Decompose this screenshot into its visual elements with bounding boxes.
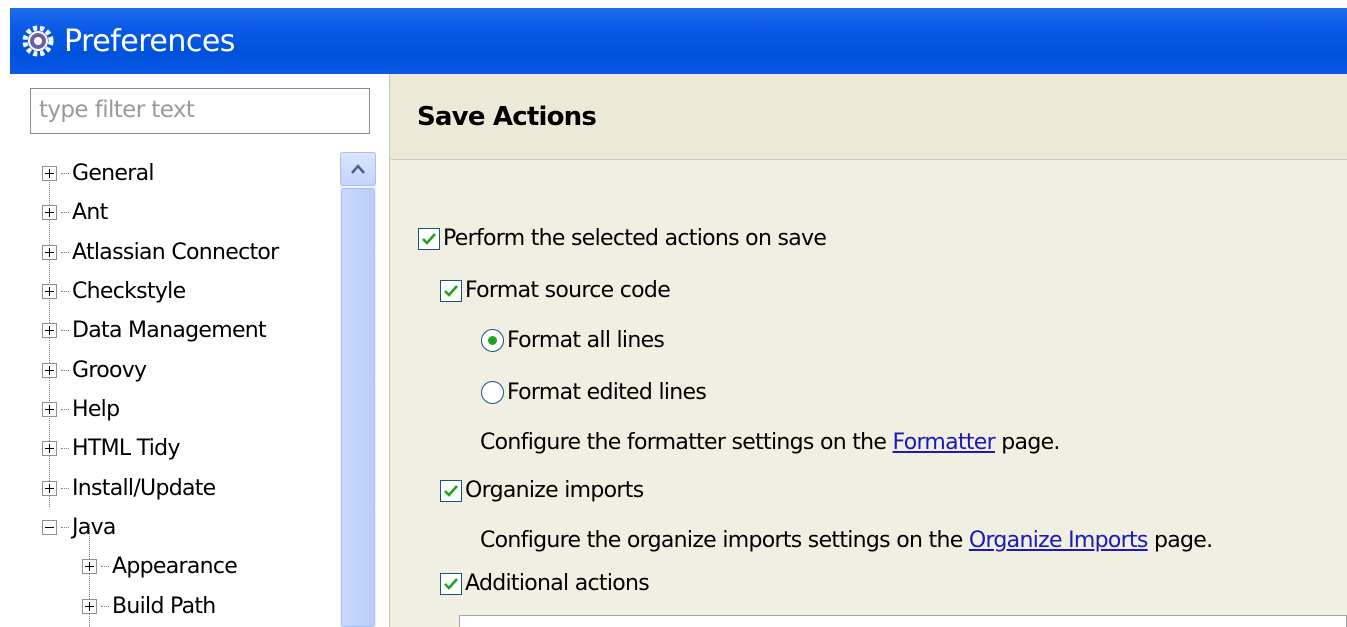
- tree-item-label: Appearance: [112, 553, 238, 579]
- tree-item-label: HTML Tidy: [72, 435, 180, 461]
- expand-icon[interactable]: [42, 165, 57, 181]
- title-bar[interactable]: Preferences: [10, 8, 1347, 74]
- save-actions-page: Save Actions Perform the selected action…: [391, 74, 1347, 627]
- window-title: Preferences: [64, 23, 235, 59]
- preferences-tree: General Ant Atlassian Connector Checksty…: [42, 152, 342, 627]
- collapse-icon[interactable]: [42, 519, 57, 535]
- tree-item-html-tidy[interactable]: HTML Tidy: [42, 431, 180, 465]
- eclipse-gear-icon: [22, 25, 54, 57]
- expand-icon[interactable]: [42, 362, 57, 378]
- page-title: Save Actions: [417, 102, 597, 132]
- expand-icon[interactable]: [42, 244, 57, 260]
- additional-actions-option[interactable]: Additional actions: [440, 571, 650, 596]
- tree-item-label: Build Path: [112, 593, 216, 619]
- tree-item-label: Data Management: [72, 317, 267, 343]
- organize-imports-hint: Configure the organize imports settings …: [480, 528, 1213, 553]
- expand-icon[interactable]: [82, 598, 97, 614]
- checkmark-icon: [444, 577, 458, 590]
- expand-icon[interactable]: [42, 440, 57, 456]
- checkmark-icon: [444, 284, 458, 297]
- tree-item-general[interactable]: General: [42, 156, 155, 190]
- tree-item-help[interactable]: Help: [42, 392, 120, 426]
- tree-item-data-management[interactable]: Data Management: [42, 313, 267, 347]
- checkmark-icon: [444, 484, 458, 497]
- format-source-option[interactable]: Format source code: [440, 278, 671, 303]
- formatter-hint: Configure the formatter settings on the …: [480, 430, 1060, 455]
- expand-icon[interactable]: [42, 322, 57, 338]
- format-all-lines-radio[interactable]: [481, 329, 504, 352]
- expand-icon[interactable]: [42, 401, 57, 417]
- organize-imports-label: Organize imports: [465, 478, 644, 503]
- scroll-up-button[interactable]: [340, 152, 376, 186]
- perform-on-save-label: Perform the selected actions on save: [443, 226, 827, 251]
- perform-on-save-checkbox[interactable]: [418, 227, 440, 250]
- expand-icon[interactable]: [82, 558, 97, 574]
- format-all-lines-label: Format all lines: [507, 328, 665, 353]
- format-source-label: Format source code: [465, 278, 671, 303]
- perform-on-save-option[interactable]: Perform the selected actions on save: [418, 226, 827, 251]
- format-edited-lines-radio[interactable]: [481, 381, 504, 404]
- tree-item-label: Help: [72, 396, 120, 422]
- tree-item-label: Atlassian Connector: [72, 239, 279, 265]
- scroll-thumb[interactable]: [341, 188, 375, 627]
- format-source-checkbox[interactable]: [440, 279, 462, 302]
- additional-actions-label: Additional actions: [465, 571, 650, 596]
- formatter-hint-prefix: Configure the formatter settings on the: [480, 430, 893, 455]
- tree-item-build-path[interactable]: Build Path: [82, 589, 216, 623]
- tree-item-java[interactable]: Java: [42, 510, 116, 544]
- tree-item-install-update[interactable]: Install/Update: [42, 471, 216, 505]
- checkmark-icon: [422, 232, 436, 245]
- tree-item-label: Ant: [72, 199, 108, 225]
- format-all-lines-option[interactable]: Format all lines: [481, 328, 665, 353]
- tree-item-checkstyle[interactable]: Checkstyle: [42, 274, 186, 308]
- preferences-tree-pane: type filter text General Ant Atlassian C…: [10, 74, 390, 627]
- tree-scrollbar[interactable]: [340, 152, 376, 627]
- chevron-up-icon: [351, 164, 365, 174]
- preferences-window: type filter text General Ant Atlassian C…: [10, 74, 1347, 627]
- tree-item-label: Install/Update: [72, 475, 216, 501]
- tree-item-ant[interactable]: Ant: [42, 195, 108, 229]
- formatter-link[interactable]: Formatter: [893, 430, 996, 455]
- tree-item-atlassian-connector[interactable]: Atlassian Connector: [42, 235, 279, 269]
- radio-dot-icon: [488, 336, 497, 345]
- tree-item-groovy[interactable]: Groovy: [42, 353, 147, 387]
- expand-icon[interactable]: [42, 283, 57, 299]
- filter-input[interactable]: type filter text: [30, 88, 370, 134]
- organize-imports-checkbox[interactable]: [440, 479, 462, 502]
- organize-hint-suffix: page.: [1147, 528, 1213, 553]
- organize-imports-link[interactable]: Organize Imports: [969, 528, 1149, 553]
- tree-item-label: General: [72, 160, 155, 186]
- additional-actions-list[interactable]: [459, 615, 1347, 627]
- tree-item-label: Java: [72, 514, 116, 540]
- expand-icon[interactable]: [42, 204, 57, 220]
- page-header: Save Actions: [391, 74, 1347, 160]
- formatter-hint-suffix: page.: [994, 430, 1060, 455]
- tree-item-label: Checkstyle: [72, 278, 186, 304]
- tree-item-label: Groovy: [72, 357, 147, 383]
- additional-actions-checkbox[interactable]: [440, 572, 462, 595]
- organize-imports-option[interactable]: Organize imports: [440, 478, 644, 503]
- format-edited-lines-option[interactable]: Format edited lines: [481, 380, 707, 405]
- format-edited-lines-label: Format edited lines: [507, 380, 707, 405]
- expand-icon[interactable]: [42, 480, 57, 496]
- tree-item-appearance[interactable]: Appearance: [82, 549, 238, 583]
- organize-hint-prefix: Configure the organize imports settings …: [480, 528, 969, 553]
